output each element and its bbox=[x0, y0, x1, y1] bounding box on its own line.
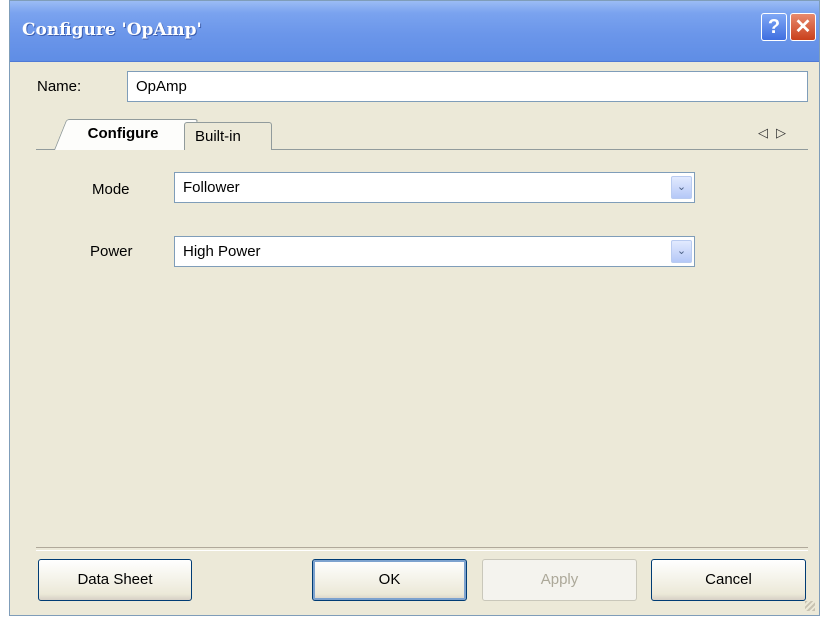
close-icon[interactable]: ✕ bbox=[790, 13, 816, 41]
mode-value: Follower bbox=[183, 179, 240, 196]
scroll-left-icon[interactable]: ◁ bbox=[758, 125, 776, 140]
chevron-down-icon[interactable]: ⌄ bbox=[671, 240, 692, 263]
configure-dialog: Configure 'OpAmp' ? ✕ Name: OpAmp Config… bbox=[9, 0, 820, 616]
cancel-button[interactable]: Cancel bbox=[651, 559, 806, 601]
chevron-down-icon[interactable]: ⌄ bbox=[671, 176, 692, 199]
tab-configure[interactable]: Configure bbox=[54, 119, 199, 150]
data-sheet-button[interactable]: Data Sheet bbox=[38, 559, 192, 601]
tab-scroll-arrows: ◁▷ bbox=[758, 125, 794, 141]
mode-select[interactable]: Follower ⌄ bbox=[174, 172, 695, 203]
power-value: High Power bbox=[183, 243, 261, 260]
name-label: Name: bbox=[37, 78, 82, 95]
tab-configure-label: Configure bbox=[87, 125, 159, 142]
tab-built-in[interactable]: Built-in bbox=[184, 122, 272, 150]
help-icon[interactable]: ? bbox=[761, 13, 787, 41]
resize-grip-icon[interactable] bbox=[805, 601, 815, 611]
footer-divider bbox=[36, 547, 808, 551]
power-label: Power bbox=[90, 243, 133, 260]
apply-button[interactable]: Apply bbox=[482, 559, 637, 601]
power-select[interactable]: High Power ⌄ bbox=[174, 236, 695, 267]
title-bar[interactable]: Configure 'OpAmp' ? ✕ bbox=[10, 1, 819, 62]
tab-strip: Configure Built-in ◁▷ bbox=[36, 119, 808, 150]
mode-label: Mode bbox=[92, 181, 130, 198]
scroll-right-icon[interactable]: ▷ bbox=[776, 125, 794, 140]
name-input[interactable]: OpAmp bbox=[127, 71, 808, 102]
ok-button[interactable]: OK bbox=[312, 559, 467, 601]
window-title: Configure 'OpAmp' bbox=[22, 20, 202, 40]
